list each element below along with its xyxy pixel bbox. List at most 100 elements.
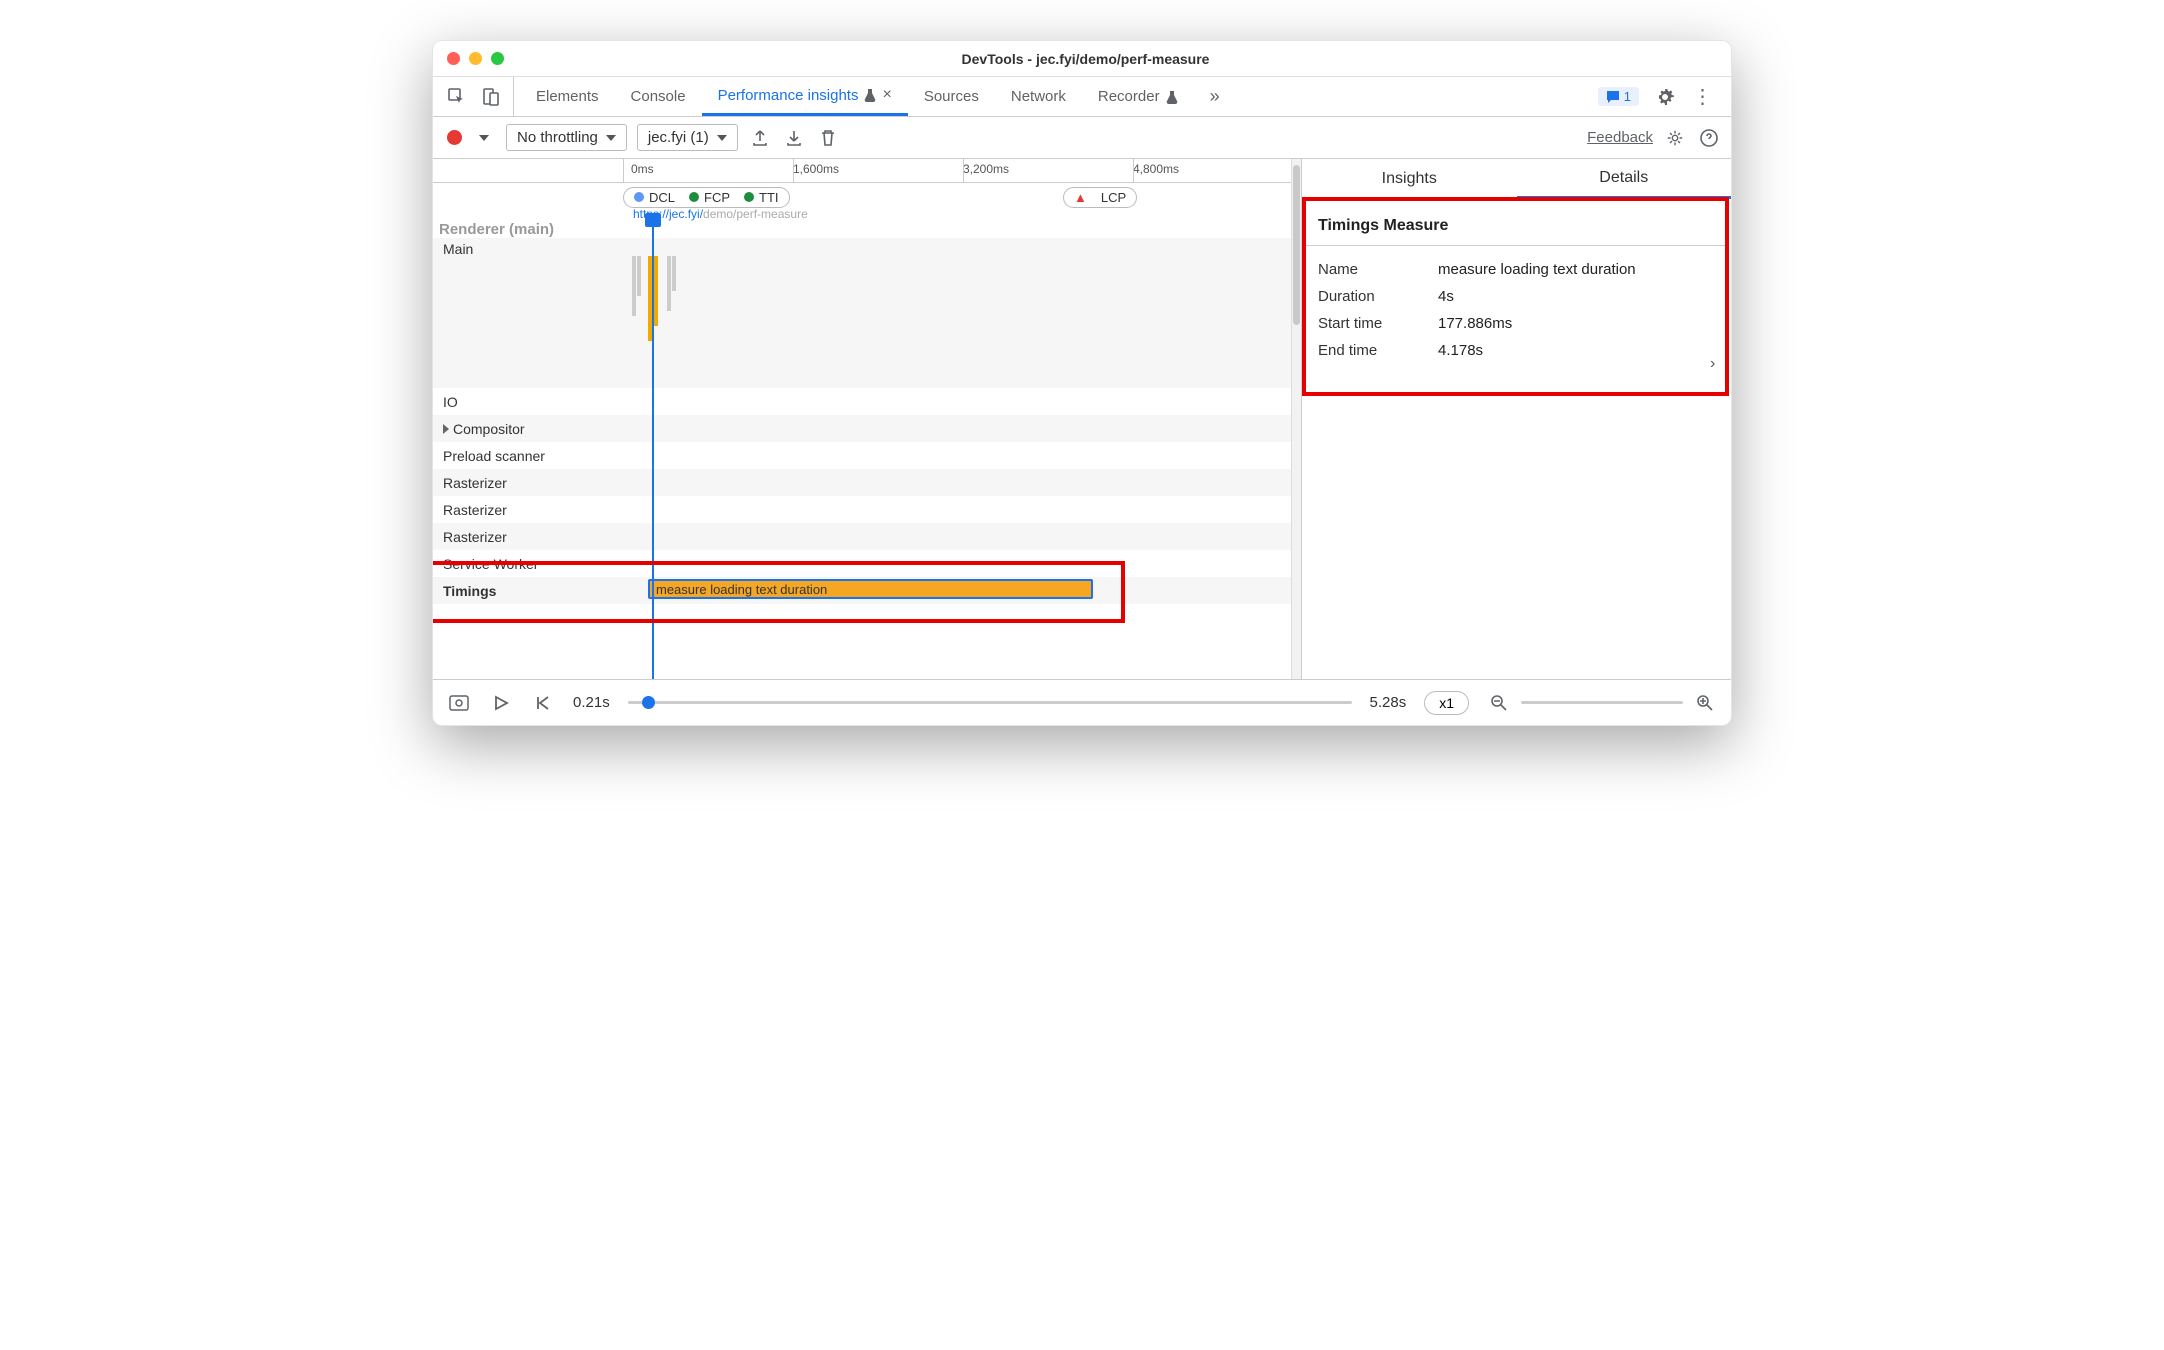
- throttling-dropdown[interactable]: No throttling: [506, 124, 627, 151]
- main-content: 0ms 1,600ms 3,200ms 4,800ms DCL FCP TTI …: [433, 159, 1731, 679]
- track-row-service-worker: Service Worker: [433, 550, 1291, 577]
- track-row-rasterizer: Rasterizer: [433, 496, 1291, 523]
- tab-label: Insights: [1382, 170, 1437, 188]
- track-label: Rasterizer: [433, 523, 623, 550]
- zoom-slider[interactable]: [1521, 701, 1683, 704]
- timeline-pane: 0ms 1,600ms 3,200ms 4,800ms DCL FCP TTI …: [433, 159, 1301, 679]
- dcl-label: DCL: [649, 190, 675, 205]
- tab-elements[interactable]: Elements: [520, 77, 615, 116]
- window-title: DevTools - jec.fyi/demo/perf-measure: [504, 51, 1667, 67]
- track-row-io: IO: [433, 388, 1291, 415]
- playhead-indicator[interactable]: [652, 223, 654, 679]
- export-icon[interactable]: [748, 126, 772, 150]
- close-window-button[interactable]: [447, 52, 460, 65]
- web-vitals-markers: DCL FCP TTI ▲ LCP: [433, 183, 1291, 211]
- ruler-tick: 4,800ms: [1133, 159, 1179, 176]
- expand-caret-icon[interactable]: [443, 424, 449, 434]
- inspect-element-icon[interactable]: [445, 85, 469, 109]
- page-dropdown[interactable]: jec.fyi (1): [637, 124, 738, 151]
- tab-label: Sources: [924, 88, 979, 105]
- tab-label: Elements: [536, 88, 599, 105]
- tab-recorder[interactable]: Recorder: [1082, 77, 1194, 116]
- detail-row-start: Start time177.886ms: [1306, 310, 1725, 337]
- issues-button[interactable]: 1: [1598, 87, 1639, 106]
- ruler-tick: 3,200ms: [963, 159, 1009, 176]
- tab-label: Recorder: [1098, 88, 1160, 105]
- track-row-preload: Preload scanner: [433, 442, 1291, 469]
- tab-label: Console: [631, 88, 686, 105]
- lcp-pill[interactable]: ▲ LCP: [1063, 187, 1137, 208]
- record-button[interactable]: [447, 130, 462, 145]
- device-toolbar-icon[interactable]: [479, 85, 503, 109]
- track-row-rasterizer: Rasterizer: [433, 523, 1291, 550]
- tti-dot-icon: [744, 192, 754, 202]
- close-tab-icon[interactable]: ×: [882, 86, 891, 104]
- detail-row-end: End time4.178s: [1306, 337, 1725, 364]
- tab-details[interactable]: Details: [1517, 159, 1732, 199]
- screenshot-toggle-icon[interactable]: [447, 691, 471, 715]
- time-ruler[interactable]: 0ms 1,600ms 3,200ms 4,800ms: [433, 159, 1291, 183]
- highlight-box-details: Timings Measure Namemeasure loading text…: [1302, 197, 1729, 396]
- help-icon[interactable]: [1697, 126, 1721, 150]
- panel-settings-icon[interactable]: [1663, 126, 1687, 150]
- play-icon[interactable]: [489, 691, 513, 715]
- tab-label: Network: [1011, 88, 1066, 105]
- tab-sources[interactable]: Sources: [908, 77, 995, 116]
- vertical-scrollbar[interactable]: [1291, 159, 1301, 679]
- zoom-out-icon[interactable]: [1487, 691, 1511, 715]
- page-label: jec.fyi (1): [648, 129, 709, 146]
- flask-icon: [864, 88, 876, 102]
- tab-performance-insights[interactable]: Performance insights ×: [702, 77, 908, 116]
- speed-pill[interactable]: x1: [1424, 691, 1469, 715]
- vitals-pill[interactable]: DCL FCP TTI: [623, 187, 790, 208]
- devtools-window: DevTools - jec.fyi/demo/perf-measure Ele…: [432, 40, 1732, 726]
- playback-slider[interactable]: [628, 701, 1352, 704]
- chat-icon: [1606, 90, 1620, 104]
- timings-measure-bar[interactable]: measure loading text duration: [648, 579, 1093, 599]
- time-start-label: 0.21s: [573, 694, 610, 711]
- warning-icon: ▲: [1074, 190, 1087, 205]
- trash-icon[interactable]: [816, 126, 840, 150]
- detail-value: 4.178s: [1438, 342, 1483, 359]
- speed-label: x1: [1439, 695, 1454, 711]
- feedback-link[interactable]: Feedback: [1587, 129, 1653, 146]
- record-menu-chevron[interactable]: [472, 126, 496, 150]
- throttling-label: No throttling: [517, 129, 598, 146]
- zoom-window-button[interactable]: [491, 52, 504, 65]
- detail-row-duration: Duration4s: [1306, 283, 1725, 310]
- settings-gear-icon[interactable]: [1653, 85, 1677, 109]
- detail-key: Name: [1318, 261, 1438, 278]
- kebab-menu-icon[interactable]: ⋮: [1691, 85, 1715, 109]
- import-icon[interactable]: [782, 126, 806, 150]
- issues-count: 1: [1624, 89, 1631, 104]
- detail-value: 4s: [1438, 288, 1454, 305]
- zoom-in-icon[interactable]: [1693, 691, 1717, 715]
- track-row-rasterizer: Rasterizer: [433, 469, 1291, 496]
- ruler-tick: 1,600ms: [793, 159, 839, 176]
- track-label: Preload scanner: [433, 442, 623, 469]
- window-titlebar: DevTools - jec.fyi/demo/perf-measure: [433, 41, 1731, 77]
- flask-icon: [1166, 90, 1178, 104]
- flame-tracks: Renderer (main) Main: [433, 223, 1291, 604]
- panel-tabbar: Elements Console Performance insights × …: [433, 77, 1731, 117]
- playback-footer: 0.21s 5.28s x1: [433, 679, 1731, 725]
- minimize-window-button[interactable]: [469, 52, 482, 65]
- detail-key: End time: [1318, 342, 1438, 359]
- detail-key: Duration: [1318, 288, 1438, 305]
- track-label: IO: [433, 388, 623, 415]
- ruler-tick: 0ms: [631, 159, 654, 176]
- tab-insights[interactable]: Insights: [1302, 159, 1517, 199]
- tab-label: Details: [1599, 169, 1648, 187]
- details-pane: Insights Details Timings Measure Namemea…: [1301, 159, 1731, 679]
- collapse-sidebar-handle[interactable]: [1720, 339, 1732, 389]
- detail-row-name: Namemeasure loading text duration: [1306, 256, 1725, 283]
- more-tabs-button[interactable]: »: [1194, 77, 1236, 116]
- tab-network[interactable]: Network: [995, 77, 1082, 116]
- detail-value: 177.886ms: [1438, 315, 1512, 332]
- tab-console[interactable]: Console: [615, 77, 702, 116]
- lcp-label: LCP: [1101, 190, 1126, 205]
- rewind-start-icon[interactable]: [531, 691, 555, 715]
- track-label: Rasterizer: [433, 469, 623, 496]
- track-row-compositor: Compositor: [433, 415, 1291, 442]
- track-label: Main: [433, 238, 623, 260]
